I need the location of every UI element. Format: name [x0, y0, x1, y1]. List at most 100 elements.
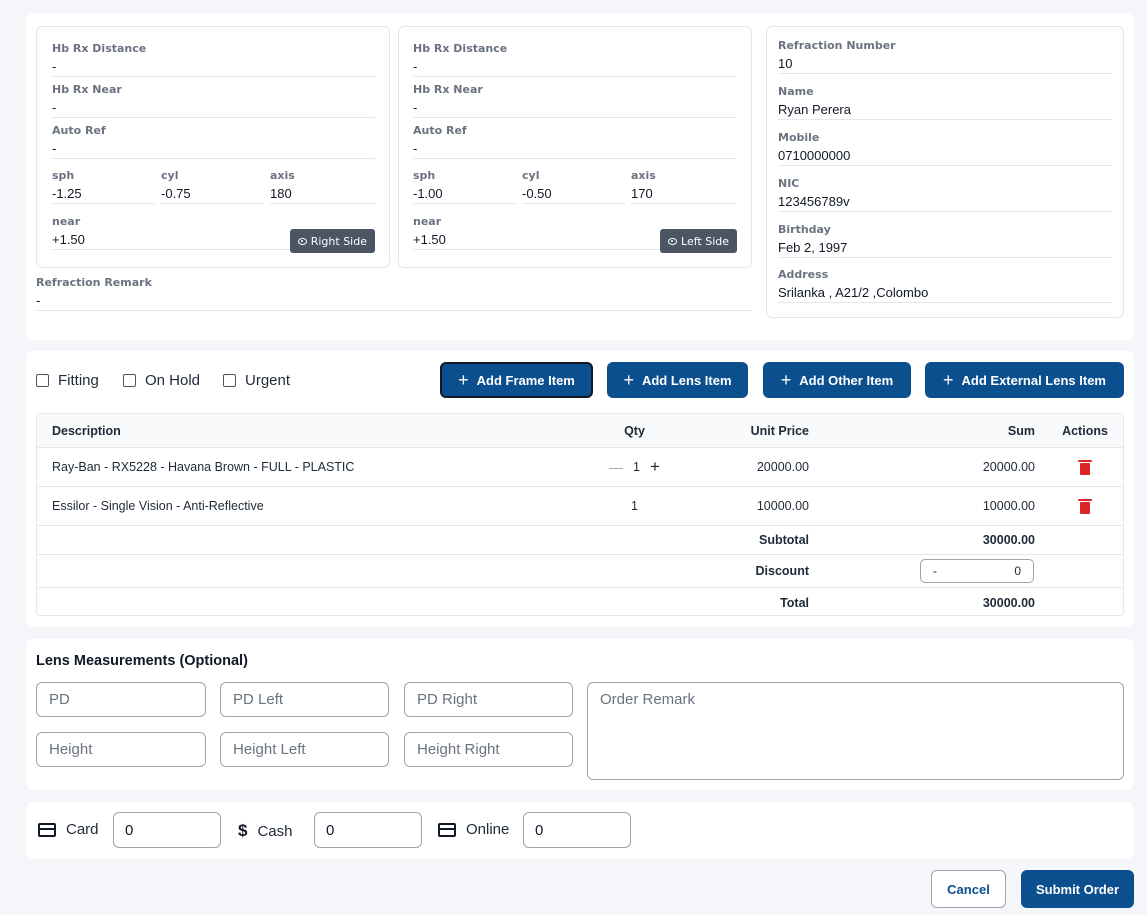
- field-value: -1.25: [52, 186, 155, 204]
- plus-icon[interactable]: +: [650, 457, 660, 477]
- field-label: axis: [270, 169, 295, 182]
- address-field: Address Srilanka , A21/2 ,Colombo: [778, 268, 1112, 303]
- order-remark-textarea[interactable]: Order Remark: [587, 682, 1124, 780]
- delete-row-button[interactable]: [1055, 487, 1115, 525]
- pd-input[interactable]: PD: [36, 682, 206, 717]
- checkbox-box[interactable]: [223, 374, 236, 387]
- add-lens-item-button[interactable]: + Add Lens Item: [607, 362, 748, 398]
- row-sum: 20000.00: [982, 460, 1035, 474]
- add-frame-item-button[interactable]: + Add Frame Item: [440, 362, 593, 398]
- hb-rx-distance-field: Hb Rx Distance -: [413, 42, 736, 77]
- cash-label: Cash: [257, 822, 293, 840]
- discount-sign: -: [933, 564, 937, 578]
- card-label: Card: [66, 821, 99, 838]
- online-label: Online: [466, 821, 510, 838]
- hb-rx-near-field: Hb Rx Near -: [52, 83, 375, 118]
- on-hold-checkbox[interactable]: On Hold: [123, 372, 200, 389]
- field-value: -0.75: [161, 186, 264, 204]
- urgent-checkbox[interactable]: Urgent: [223, 372, 290, 389]
- height-left-input[interactable]: Height Left: [220, 732, 389, 767]
- axis-field: axis 170: [631, 169, 736, 204]
- field-value: Ryan Perera: [778, 102, 1112, 120]
- height-input[interactable]: Height: [36, 732, 206, 767]
- field-label: near: [413, 215, 442, 228]
- refraction-remark-field: Refraction Remark -: [36, 276, 752, 311]
- pd-right-input[interactable]: PD Right: [404, 682, 573, 717]
- trash-icon[interactable]: [1078, 498, 1092, 514]
- field-value: -1.00: [413, 186, 516, 204]
- plus-icon: +: [458, 370, 469, 390]
- button-label: Add Lens Item: [641, 372, 732, 388]
- plus-icon: +: [943, 370, 954, 390]
- online-payment-label: Online: [438, 821, 509, 838]
- field-value: 170: [631, 186, 736, 204]
- checkbox-box[interactable]: [123, 374, 136, 387]
- cash-payment-label: $ Cash: [238, 821, 293, 841]
- near-field: near +1.50: [52, 215, 292, 250]
- checkbox-label: Fitting: [58, 372, 99, 389]
- field-value: 0710000000: [778, 148, 1112, 166]
- field-label: Refraction Remark: [36, 276, 152, 289]
- trash-icon[interactable]: [1078, 459, 1092, 475]
- fitting-checkbox[interactable]: Fitting: [36, 372, 99, 389]
- field-label: cyl: [522, 169, 540, 182]
- row-sum: 10000.00: [982, 499, 1035, 513]
- field-value: +1.50: [52, 232, 292, 250]
- credit-card-icon: [438, 822, 456, 837]
- birthday-field: Birthday Feb 2, 1997: [778, 223, 1112, 258]
- field-value: -: [52, 141, 375, 159]
- total-value: 30000.00: [982, 595, 1035, 610]
- table-row: Ray-Ban - RX5228 - Havana Brown - FULL -…: [37, 448, 1123, 487]
- field-label: sph: [52, 169, 75, 182]
- field-label: cyl: [161, 169, 179, 182]
- field-value: 10: [778, 56, 1112, 74]
- eye-icon: [297, 237, 307, 245]
- discount-input[interactable]: - 0: [920, 559, 1034, 583]
- field-value: -: [36, 293, 752, 311]
- field-label: Hb Rx Near: [52, 83, 122, 96]
- checkbox-box[interactable]: [36, 374, 49, 387]
- subtotal-row: Subtotal 30000.00: [37, 526, 1123, 555]
- delete-row-button[interactable]: [1055, 448, 1115, 486]
- payment-panel: Card 0 $ Cash 0 Online 0: [26, 802, 1134, 859]
- cyl-field: cyl -0.75: [161, 169, 264, 204]
- field-label: axis: [631, 169, 656, 182]
- checkbox-label: Urgent: [245, 372, 291, 389]
- field-label: Address: [778, 268, 829, 281]
- field-label: near: [52, 215, 81, 228]
- minus-icon[interactable]: —: [609, 459, 623, 475]
- cancel-button[interactable]: Cancel: [931, 870, 1006, 908]
- left-side-button[interactable]: Left Side: [660, 229, 737, 253]
- height-right-input[interactable]: Height Right: [404, 732, 573, 767]
- field-label: sph: [413, 169, 436, 182]
- header-unit-price: Unit Price: [750, 423, 809, 438]
- auto-ref-field: Auto Ref -: [52, 124, 375, 159]
- card-amount-input[interactable]: 0: [113, 812, 221, 848]
- button-label: Add Other Item: [799, 372, 894, 388]
- order-items-panel: Fitting On Hold Urgent + Add Frame Item …: [26, 351, 1134, 627]
- total-row: Total 30000.00: [37, 588, 1123, 615]
- cash-amount-input[interactable]: 0: [314, 812, 422, 848]
- pd-left-input[interactable]: PD Left: [220, 682, 389, 717]
- cyl-field: cyl -0.50: [522, 169, 625, 204]
- header-description: Description: [52, 423, 121, 438]
- lens-measurements-panel: Lens Measurements (Optional) PD PD Left …: [26, 639, 1134, 790]
- field-value: -: [413, 100, 736, 118]
- nic-field: NIC 123456789v: [778, 177, 1112, 212]
- patient-info-section: Refraction Number 10 Name Ryan Perera Mo…: [766, 26, 1124, 318]
- field-label: Hb Rx Distance: [52, 42, 147, 55]
- total-label: Total: [780, 595, 809, 610]
- axis-field: axis 180: [270, 169, 375, 204]
- submit-order-button[interactable]: Submit Order: [1021, 870, 1134, 908]
- online-amount-input[interactable]: 0: [523, 812, 631, 848]
- field-value: -: [52, 59, 375, 77]
- field-label: Name: [778, 85, 814, 98]
- order-items-table: Description Qty Unit Price Sum Actions R…: [36, 413, 1124, 616]
- field-value: -0.50: [522, 186, 625, 204]
- field-label: Refraction Number: [778, 39, 896, 52]
- field-value: -: [413, 141, 736, 159]
- right-side-button[interactable]: Right Side: [289, 229, 375, 253]
- row-unit-price: 10000.00: [756, 499, 809, 513]
- add-other-item-button[interactable]: + Add Other Item: [763, 362, 911, 398]
- add-external-lens-item-button[interactable]: + Add External Lens Item: [925, 362, 1124, 398]
